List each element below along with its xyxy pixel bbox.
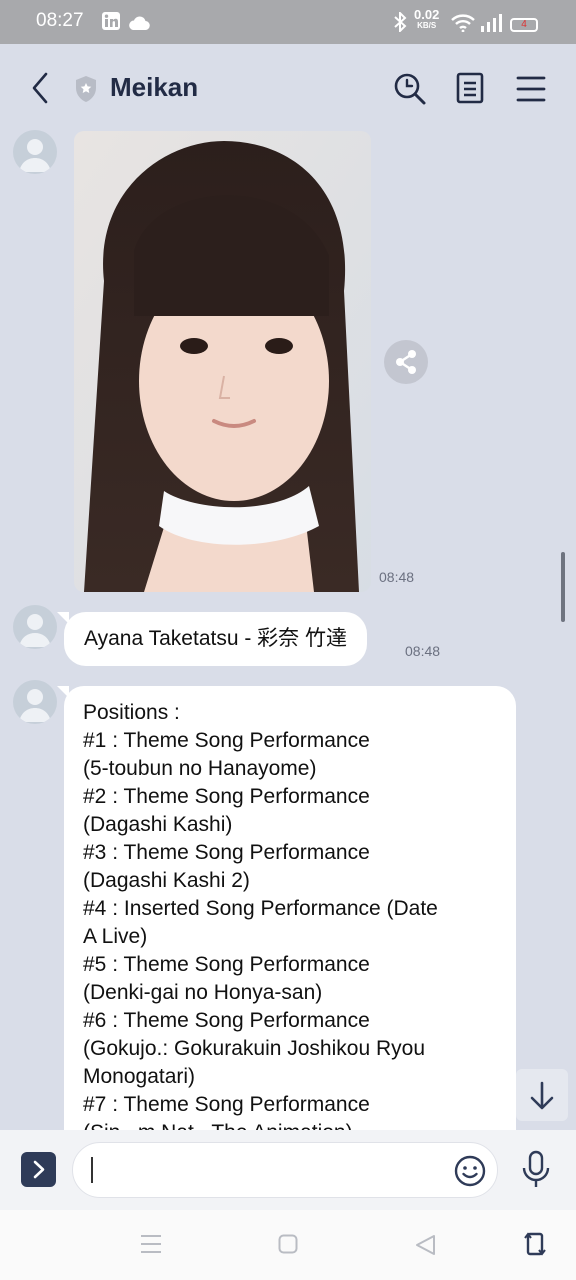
message-input[interactable]: [72, 1142, 498, 1198]
message-line: #5 : Theme Song Performance: [83, 953, 370, 976]
text-message-bubble[interactable]: Positions : #1 : Theme Song Performance …: [57, 686, 516, 1130]
back-icon[interactable]: [414, 1234, 436, 1261]
text-cursor: [91, 1157, 93, 1183]
recents-icon[interactable]: [140, 1234, 162, 1259]
message-line: Positions :: [83, 701, 180, 724]
message-line: Monogatari): [83, 1065, 196, 1088]
message-line: #2 : Theme Song Performance: [83, 785, 370, 808]
network-speed: 0.02 KB/S: [414, 8, 439, 31]
network-speed-unit: KB/S: [417, 21, 437, 30]
chat-scrollbar[interactable]: [561, 552, 565, 622]
message-line: #1 : Theme Song Performance: [83, 729, 370, 752]
message-line: (Dagashi Kashi 2): [83, 869, 250, 892]
menu-icon[interactable]: [516, 76, 546, 107]
avatar[interactable]: [13, 130, 57, 174]
bluetooth-icon: [393, 10, 407, 37]
message-line: (Sin...m Nat...The Animation): [83, 1119, 516, 1130]
message-line: #6 : Theme Song Performance: [83, 1009, 370, 1032]
back-arrow-icon[interactable]: [28, 70, 52, 111]
bubble-tail: [57, 686, 69, 698]
microphone-icon[interactable]: [518, 1150, 554, 1195]
home-icon[interactable]: [278, 1234, 298, 1259]
message-line: (Denki-gai no Honya-san): [83, 981, 323, 1004]
message-time: 08:48: [405, 643, 441, 659]
chevron-right-icon: [33, 1160, 45, 1179]
share-icon: [396, 350, 416, 374]
bubble-tail: [57, 612, 69, 624]
avatar[interactable]: [13, 605, 57, 649]
emoji-icon[interactable]: [453, 1154, 487, 1193]
network-speed-value: 0.02: [414, 7, 440, 22]
share-button[interactable]: [384, 340, 428, 384]
arrow-down-icon: [530, 1081, 554, 1110]
message-line: (5-toubun no Hanayome): [83, 757, 317, 780]
message-text: Ayana Taketatsu - 彩奈 竹達: [84, 627, 348, 650]
status-bar: 08:27 0.02 KB/S 4: [0, 0, 576, 44]
message-text: Positions : #1 : Theme Song Performance …: [83, 699, 516, 1130]
battery-icon: 4: [510, 18, 538, 32]
message-line: #4 : Inserted Song Performance (Date: [83, 897, 438, 920]
message-line: #7 : Theme Song Performance: [83, 1093, 370, 1116]
system-nav-bar: [0, 1210, 576, 1280]
signal-icon: [480, 14, 504, 37]
avatar[interactable]: [13, 680, 57, 724]
expand-button[interactable]: [21, 1152, 56, 1187]
chat-header: Meikan: [0, 44, 576, 130]
search-icon[interactable]: [393, 72, 427, 111]
message-time: 08:48: [379, 569, 415, 585]
message-line: #3 : Theme Song Performance: [83, 841, 370, 864]
message-line: (Dagashi Kashi): [83, 813, 233, 836]
linkedin-icon: [102, 12, 120, 35]
status-time: 08:27: [36, 10, 84, 31]
chat-title: Meikan: [110, 72, 199, 102]
battery-level: 4: [521, 19, 527, 30]
scroll-down-button[interactable]: [516, 1069, 568, 1121]
message-line: (Gokujo.: Gokurakuin Joshikou Ryou: [83, 1037, 425, 1060]
message-line: A Live): [83, 925, 148, 948]
rotate-screen-icon[interactable]: [524, 1230, 546, 1263]
portrait-photo: [74, 131, 371, 592]
notes-icon[interactable]: [456, 72, 484, 109]
text-message-bubble[interactable]: Ayana Taketatsu - 彩奈 竹達: [57, 612, 368, 666]
photo-message[interactable]: [74, 131, 371, 592]
chat-area[interactable]: 08:48 Ayana Taketatsu - 彩奈 竹達 08:48 Posi…: [0, 130, 576, 1130]
shield-icon: [74, 75, 98, 108]
message-input-bar: [0, 1130, 576, 1210]
cloud-icon: [128, 14, 150, 35]
wifi-icon: [451, 14, 475, 37]
